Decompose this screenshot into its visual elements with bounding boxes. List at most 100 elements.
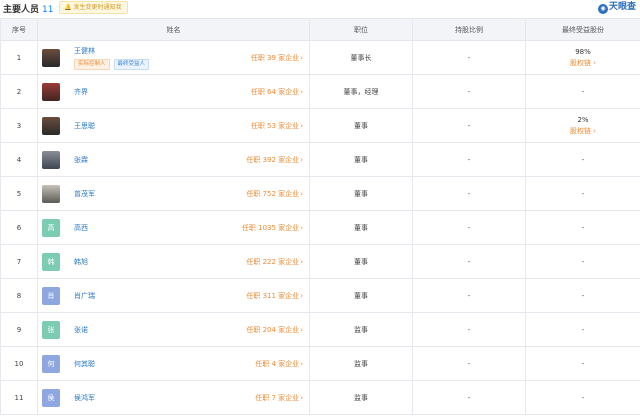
position-cell: 监事 xyxy=(309,312,413,347)
benefit-cell: - xyxy=(525,312,640,347)
name-cell: 王健林 实际控制人 最终受益人 任职 39 家企业› xyxy=(37,40,310,75)
section-header: 主要人员 11 🔔 发生变更时通知我 ◉ 天眼查 xyxy=(0,0,640,16)
row-number: 8 xyxy=(0,278,38,313)
position-cell: 董事 xyxy=(309,142,413,177)
table-header-row: 序号 姓名 职位 持股比例 最终受益股份 xyxy=(0,18,640,41)
companies-text: 任职 39 家企业 xyxy=(250,53,300,62)
companies-link[interactable]: 任职 53 家企业› xyxy=(251,121,303,131)
benefit-cell: - xyxy=(525,346,640,381)
person-name-link[interactable]: 肖广瑞 xyxy=(74,292,95,300)
chevron-right-icon: › xyxy=(300,325,303,334)
person-name-link[interactable]: 何其聪 xyxy=(74,360,95,368)
table-row: 8 肖 肖广瑞 任职 311 家企业› 董事 - - xyxy=(0,278,640,313)
person-name-link[interactable]: 张霖 xyxy=(74,156,88,164)
avatar[interactable]: 张 xyxy=(42,320,60,339)
tag-beneficiary: 最终受益人 xyxy=(113,58,150,70)
avatar[interactable]: 高 xyxy=(42,218,60,237)
companies-link[interactable]: 任职 392 家企业› xyxy=(246,155,303,165)
chevron-right-icon: › xyxy=(300,291,303,300)
section-title-text: 主要人员 xyxy=(3,5,40,15)
bell-icon: 🔔 xyxy=(64,4,72,11)
companies-text: 任职 7 家企业 xyxy=(255,393,300,402)
avatar[interactable] xyxy=(42,116,60,135)
companies-link[interactable]: 任职 64 家企业› xyxy=(251,87,303,97)
person-name-link[interactable]: 韩旭 xyxy=(74,258,88,266)
companies-link[interactable]: 任职 311 家企业› xyxy=(246,291,303,301)
personnel-table: 序号 姓名 职位 持股比例 最终受益股份 1 王健林 实际控制人 最终受益人 任职… xyxy=(0,18,640,415)
avatar[interactable]: 韩 xyxy=(42,252,60,271)
companies-text: 任职 392 家企业 xyxy=(246,155,300,164)
companies-text: 任职 64 家企业 xyxy=(250,87,300,96)
avatar[interactable] xyxy=(42,150,60,169)
person-name-link[interactable]: 高西 xyxy=(74,224,88,232)
position-cell: 监事 xyxy=(309,346,413,381)
share-cell: - xyxy=(412,244,526,279)
avatar[interactable] xyxy=(42,48,60,67)
companies-link[interactable]: 任职 752 家企业› xyxy=(246,189,303,199)
table-row: 2 齐界 任职 64 家企业› 董事，经理 - - xyxy=(0,74,640,109)
person-name-link[interactable]: 曾茂军 xyxy=(74,190,95,198)
chevron-right-icon: › xyxy=(300,189,303,198)
position-cell: 董事 xyxy=(309,278,413,313)
avatar[interactable] xyxy=(42,184,60,203)
benefit-percent: 98% xyxy=(575,47,591,56)
companies-link[interactable]: 任职 1035 家企业› xyxy=(242,223,303,233)
tag-controller: 实际控制人 xyxy=(74,58,110,70)
companies-link[interactable]: 任职 4 家企业› xyxy=(255,359,303,369)
chevron-right-icon: › xyxy=(300,155,303,164)
row-number: 9 xyxy=(0,312,38,347)
chevron-right-icon: › xyxy=(300,53,303,62)
benefit-cell: - xyxy=(525,278,640,313)
share-cell: - xyxy=(412,74,526,109)
companies-link[interactable]: 任职 204 家企业› xyxy=(246,325,303,335)
chevron-right-icon: › xyxy=(593,58,597,67)
avatar[interactable] xyxy=(42,82,60,101)
share-cell: - xyxy=(412,108,526,143)
chevron-right-icon: › xyxy=(300,393,303,402)
position-cell: 董事 xyxy=(309,210,413,245)
col-header-position: 职位 xyxy=(309,18,413,41)
person-name-link[interactable]: 王思聪 xyxy=(74,122,95,130)
name-cell: 齐界 任职 64 家企业› xyxy=(37,74,310,109)
equity-chain-link[interactable]: 股权链 › xyxy=(526,58,640,68)
benefit-cell: - xyxy=(525,176,640,211)
col-header-name: 姓名 xyxy=(37,18,310,41)
row-number: 6 xyxy=(0,210,38,245)
col-header-benefit: 最终受益股份 xyxy=(525,18,640,41)
avatar[interactable]: 何 xyxy=(42,354,60,373)
person-name-link[interactable]: 张诺 xyxy=(74,326,88,334)
share-cell: - xyxy=(412,312,526,347)
companies-link[interactable]: 任职 39 家企业› xyxy=(251,53,303,63)
position-cell: 董事长 xyxy=(309,40,413,75)
avatar[interactable]: 侯 xyxy=(42,388,60,407)
chevron-right-icon: › xyxy=(300,359,303,368)
person-name-link[interactable]: 王健林 xyxy=(74,47,95,55)
table-row: 6 高 高西 任职 1035 家企业› 董事 - - xyxy=(0,210,640,245)
benefit-cell: - xyxy=(525,380,640,415)
companies-text: 任职 204 家企业 xyxy=(246,325,300,334)
position-cell: 董事，经理 xyxy=(309,74,413,109)
row-number: 1 xyxy=(0,40,38,75)
notify-button[interactable]: 🔔 发生变更时通知我 xyxy=(59,1,128,14)
share-cell: - xyxy=(412,142,526,177)
chevron-right-icon: › xyxy=(593,126,597,135)
row-number: 5 xyxy=(0,176,38,211)
person-name-link[interactable]: 齐界 xyxy=(74,88,88,96)
companies-text: 任职 1035 家企业 xyxy=(241,223,300,232)
share-cell: - xyxy=(412,278,526,313)
equity-chain-link[interactable]: 股权链 › xyxy=(526,126,640,136)
share-cell: - xyxy=(412,40,526,75)
benefit-cell: - xyxy=(525,74,640,109)
table-row: 10 何 何其聪 任职 4 家企业› 监事 - - xyxy=(0,346,640,381)
row-number: 7 xyxy=(0,244,38,279)
companies-link[interactable]: 任职 7 家企业› xyxy=(255,393,303,403)
personnel-count: 11 xyxy=(42,5,54,15)
person-name-link[interactable]: 侯鸿军 xyxy=(74,394,95,402)
position-cell: 监事 xyxy=(309,380,413,415)
row-number: 3 xyxy=(0,108,38,143)
name-cell: 肖 肖广瑞 任职 311 家企业› xyxy=(37,278,310,313)
avatar[interactable]: 肖 xyxy=(42,286,60,305)
table-row: 1 王健林 实际控制人 最终受益人 任职 39 家企业› 董事长 - 98% 股权链… xyxy=(0,40,640,75)
companies-link[interactable]: 任职 222 家企业› xyxy=(246,257,303,267)
share-cell: - xyxy=(412,210,526,245)
